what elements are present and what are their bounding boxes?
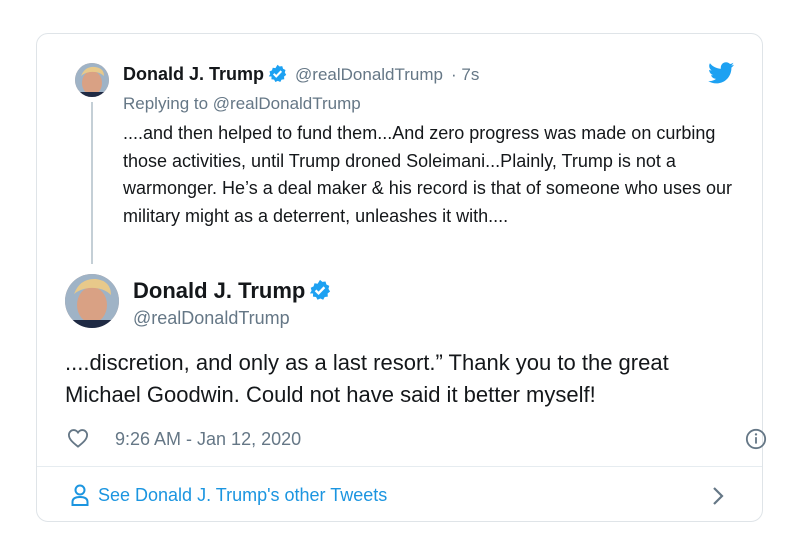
- person-icon: [71, 484, 89, 511]
- tweet-meta-row: 9:26 AM - Jan 12, 2020: [65, 426, 767, 453]
- see-other-tweets-label[interactable]: See Donald J. Trump's other Tweets: [98, 485, 387, 506]
- info-icon[interactable]: [745, 428, 767, 455]
- reply-header: Donald J. Trump @realDonaldTrump · 7s: [123, 64, 479, 88]
- reply-time-ago[interactable]: · 7s: [451, 65, 479, 84]
- twitter-bird-icon[interactable]: [708, 62, 734, 84]
- main-author-name[interactable]: Donald J. Trump: [133, 278, 331, 307]
- reply-tweet-text: ....and then helped to fund them...And z…: [123, 123, 732, 226]
- reply-author-handle[interactable]: @realDonaldTrump: [295, 65, 443, 84]
- tweet-timestamp[interactable]: 9:26 AM - Jan 12, 2020: [115, 429, 301, 450]
- reply-author-avatar[interactable]: [75, 63, 109, 97]
- thread-connector-line: [91, 102, 93, 264]
- verified-badge-icon: [309, 279, 331, 307]
- replying-to-label[interactable]: Replying to @realDonaldTrump: [123, 94, 361, 114]
- main-tweet-text: ....discretion, and only as a last resor…: [65, 350, 669, 407]
- tweet-embed-card: Donald J. Trump @realDonaldTrump · 7s Re…: [36, 33, 767, 522]
- reply-author-name[interactable]: Donald J. Trump: [123, 64, 264, 84]
- verified-badge-icon: [268, 64, 287, 88]
- heart-icon[interactable]: [67, 428, 89, 453]
- main-author-name-text[interactable]: Donald J. Trump: [133, 278, 305, 303]
- chevron-right-icon[interactable]: [712, 486, 724, 511]
- main-author-handle[interactable]: @realDonaldTrump: [133, 308, 290, 329]
- see-other-tweets-link[interactable]: See Donald J. Trump's other Tweets: [37, 467, 762, 522]
- main-author-avatar[interactable]: [65, 274, 119, 328]
